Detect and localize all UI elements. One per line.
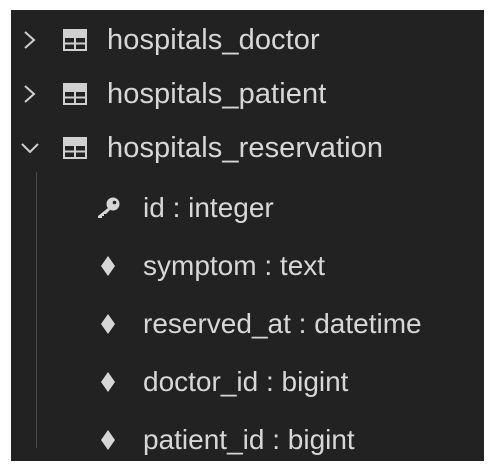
diamond-icon [85, 429, 131, 451]
tree-item-hospitals-doctor[interactable]: hospitals_doctor [11, 13, 484, 67]
chevron-down-icon[interactable] [11, 140, 49, 156]
table-icon [63, 83, 107, 105]
tree-item-label: hospitals_doctor [107, 23, 320, 56]
table-icon [63, 137, 107, 159]
diamond-icon [85, 371, 131, 393]
column-item-doctor-id[interactable]: doctor_id : bigint [85, 355, 484, 409]
diamond-icon [85, 255, 131, 277]
chevron-right-icon[interactable] [11, 84, 49, 104]
column-item-reserved-at[interactable]: reserved_at : datetime [85, 297, 484, 351]
database-explorer-tree: hospitals_doctor hospitals_patient hospi… [11, 10, 484, 461]
column-label: reserved_at : datetime [143, 308, 422, 339]
column-item-symptom[interactable]: symptom : text [85, 239, 484, 293]
indent-guide [36, 172, 37, 448]
column-item-id[interactable]: id : integer [85, 181, 484, 235]
column-label: patient_id : bigint [143, 424, 355, 455]
tree-item-label: hospitals_patient [107, 77, 327, 110]
table-icon [63, 29, 107, 51]
diamond-icon [85, 313, 131, 335]
column-label: id : integer [143, 192, 274, 223]
key-icon [85, 197, 131, 219]
column-item-patient-id[interactable]: patient_id : bigint [85, 413, 484, 461]
tree-item-label: hospitals_reservation [107, 131, 384, 164]
column-label: doctor_id : bigint [143, 366, 349, 397]
tree-item-hospitals-reservation[interactable]: hospitals_reservation [11, 121, 484, 175]
tree-item-hospitals-patient[interactable]: hospitals_patient [11, 67, 484, 121]
column-label: symptom : text [143, 250, 326, 281]
chevron-right-icon[interactable] [11, 30, 49, 50]
